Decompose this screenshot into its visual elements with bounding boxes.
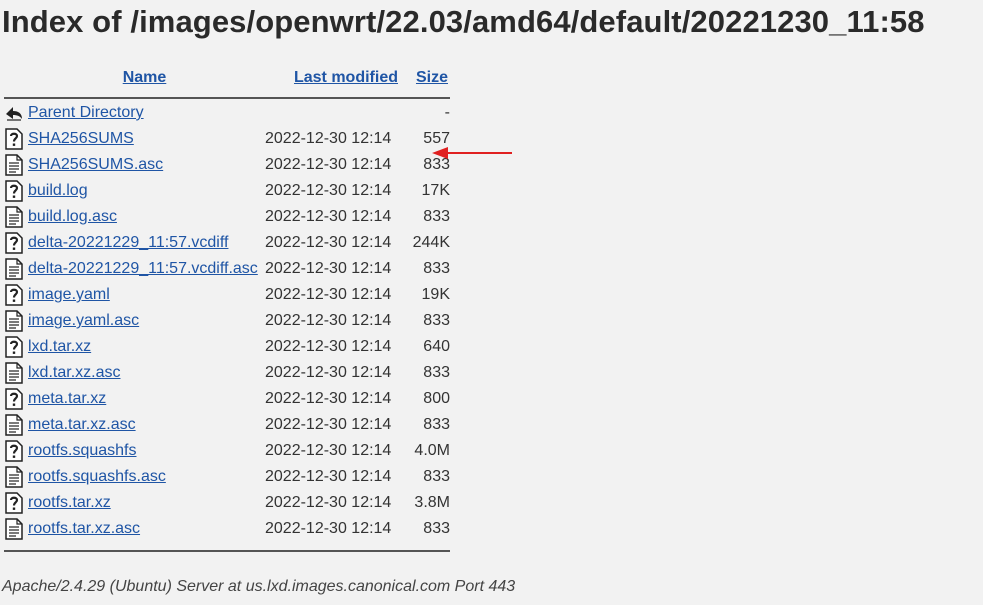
file-modified: 2022-12-30 12:14 [265,182,392,199]
file-link[interactable]: build.log [28,182,88,199]
file-link[interactable]: delta-20221229_11:57.vcdiff [28,234,228,251]
file-size: 833 [423,312,450,329]
sort-by-modified-link[interactable]: Last modified [294,69,398,86]
file-link[interactable]: rootfs.squashfs [28,442,137,459]
unknown-file-icon [4,180,28,202]
file-link[interactable]: delta-20221229_11:57.vcdiff.asc [28,260,258,277]
file-link[interactable]: rootfs.tar.xz.asc [28,520,140,537]
file-modified: 2022-12-30 12:14 [265,364,392,381]
name-header: Name [28,66,261,90]
parent-directory-link[interactable]: Parent Directory [28,104,144,121]
file-size: 4.0M [414,442,450,459]
icon-header [4,66,28,90]
text-file-icon [4,518,28,540]
header-separator [4,90,450,100]
file-modified: 2022-12-30 12:14 [265,494,392,511]
table-row: rootfs.squashfs.asc 2022-12-30 12:14 833 [4,464,450,490]
file-size: 800 [423,390,450,407]
table-row: SHA256SUMS.asc 2022-12-30 12:14 833 [4,152,450,178]
text-file-icon [4,258,28,280]
file-modified: 2022-12-30 12:14 [265,286,392,303]
table-row: rootfs.squashfs 2022-12-30 12:14 4.0M [4,438,450,464]
unknown-file-icon [4,492,28,514]
file-link[interactable]: meta.tar.xz.asc [28,416,136,433]
server-signature: Apache/2.4.29 (Ubuntu) Server at us.lxd.… [2,578,516,595]
file-size: 3.8M [414,494,450,511]
table-row: image.yaml.asc 2022-12-30 12:14 833 [4,308,450,334]
file-modified: 2022-12-30 12:14 [265,260,392,277]
table-row: image.yaml 2022-12-30 12:14 19K [4,282,450,308]
file-modified: 2022-12-30 12:14 [265,468,392,485]
file-modified: 2022-12-30 12:14 [265,338,392,355]
table-row: SHA256SUMS 2022-12-30 12:14 557 [4,126,450,152]
file-size: 833 [423,260,450,277]
size-header: Size [406,66,450,90]
file-size: 244K [412,234,450,251]
file-modified: 2022-12-30 12:14 [265,520,392,537]
table-row: lxd.tar.xz 2022-12-30 12:14 640 [4,334,450,360]
table-row: lxd.tar.xz.asc 2022-12-30 12:14 833 [4,360,450,386]
text-file-icon [4,466,28,488]
file-link[interactable]: build.log.asc [28,208,117,225]
file-size: 640 [423,338,450,355]
sort-by-size-link[interactable]: Size [416,69,448,86]
file-link[interactable]: SHA256SUMS [28,130,134,147]
table-row: rootfs.tar.xz.asc 2022-12-30 12:14 833 [4,516,450,542]
file-modified: 2022-12-30 12:14 [265,390,392,407]
unknown-file-icon [4,232,28,254]
table-row: delta-20221229_11:57.vcdiff 2022-12-30 12… [4,230,450,256]
file-link[interactable]: meta.tar.xz [28,390,106,407]
file-modified: 2022-12-30 12:14 [265,208,392,225]
file-size: 19K [421,286,450,303]
modified-header: Last modified [261,66,406,90]
unknown-file-icon [4,128,28,150]
text-file-icon [4,206,28,228]
text-file-icon [4,414,28,436]
table-row: build.log.asc 2022-12-30 12:14 833 [4,204,450,230]
file-size: 17K [421,182,450,199]
file-link[interactable]: image.yaml [28,286,110,303]
file-listing-table: Name Last modified Size Parent Directory… [4,66,450,552]
text-file-icon [4,362,28,384]
back-arrow-icon [4,102,28,124]
table-row: meta.tar.xz.asc 2022-12-30 12:14 833 [4,412,450,438]
table-row: build.log 2022-12-30 12:14 17K [4,178,450,204]
file-link[interactable]: rootfs.tar.xz [28,494,111,511]
table-row: meta.tar.xz 2022-12-30 12:14 800 [4,386,450,412]
text-file-icon [4,310,28,332]
file-modified: 2022-12-30 12:14 [265,416,392,433]
parent-size: - [444,104,450,121]
table-header-row: Name Last modified Size [4,66,450,90]
file-modified: 2022-12-30 12:14 [265,234,392,251]
file-modified: 2022-12-30 12:14 [265,130,392,147]
unknown-file-icon [4,388,28,410]
directory-index-page: Index of /images/openwrt/22.03/amd64/def… [0,0,983,605]
sort-by-name-link[interactable]: Name [123,69,167,86]
parent-directory-row: Parent Directory - [4,100,450,126]
file-size: 833 [423,364,450,381]
file-link[interactable]: image.yaml.asc [28,312,139,329]
red-arrow-annotation-icon [432,147,512,159]
file-modified: 2022-12-30 12:14 [265,442,392,459]
file-modified: 2022-12-30 12:14 [265,156,392,173]
unknown-file-icon [4,284,28,306]
file-size: 833 [423,416,450,433]
unknown-file-icon [4,336,28,358]
footer-separator [4,542,450,552]
page-title: Index of /images/openwrt/22.03/amd64/def… [2,4,925,39]
file-link[interactable]: rootfs.squashfs.asc [28,468,166,485]
file-link[interactable]: lxd.tar.xz.asc [28,364,120,381]
text-file-icon [4,154,28,176]
table-row: delta-20221229_11:57.vcdiff.asc 2022-12-3… [4,256,450,282]
table-row: rootfs.tar.xz 2022-12-30 12:14 3.8M [4,490,450,516]
file-link[interactable]: lxd.tar.xz [28,338,91,355]
file-size: 833 [423,208,450,225]
file-size: 833 [423,520,450,537]
unknown-file-icon [4,440,28,462]
file-link[interactable]: SHA256SUMS.asc [28,156,163,173]
file-size: 833 [423,468,450,485]
file-modified: 2022-12-30 12:14 [265,312,392,329]
